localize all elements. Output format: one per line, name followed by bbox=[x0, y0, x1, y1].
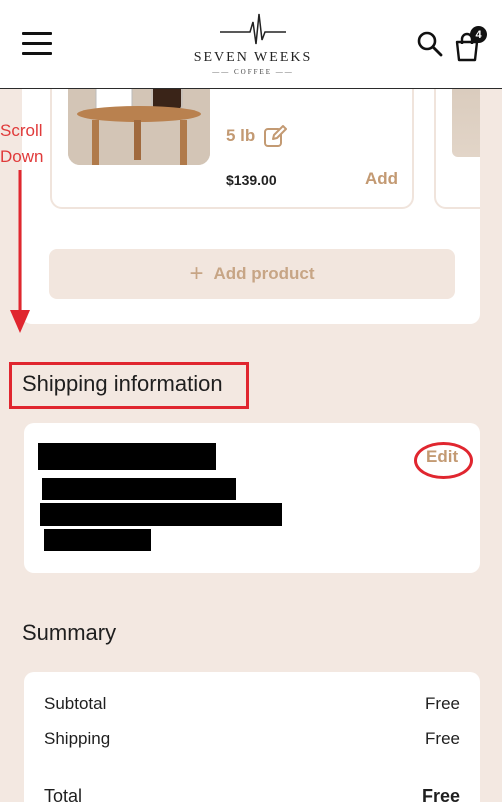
brand-sub: ―― COFFEE ―― bbox=[212, 68, 294, 76]
edit-pencil-icon[interactable] bbox=[263, 124, 288, 148]
product-price: $139.00 bbox=[226, 172, 277, 188]
summary-heading: Summary bbox=[22, 620, 117, 645]
summary-card: Subtotal Free Shipping Free Total Free bbox=[24, 672, 480, 802]
redacted-address-line-1 bbox=[42, 478, 236, 500]
highlight-circle bbox=[414, 442, 473, 479]
search-icon[interactable] bbox=[416, 30, 444, 58]
redacted-name bbox=[38, 443, 216, 470]
subtotal-label: Subtotal bbox=[44, 694, 107, 713]
scroll-down-annotation: Scroll Down bbox=[0, 118, 52, 170]
redacted-address-line-3 bbox=[44, 529, 151, 551]
shipping-value: Free bbox=[425, 729, 460, 748]
brand-name: SEVEN WEEKS bbox=[193, 50, 313, 65]
cart-button[interactable]: 4 bbox=[452, 26, 490, 62]
heartbeat-logo-icon bbox=[220, 13, 286, 45]
down-arrow-icon bbox=[10, 170, 30, 333]
shipping-address-card: Edit bbox=[24, 423, 480, 573]
products-card: 5 lb $139.00 Add + Add product bbox=[22, 60, 480, 324]
add-to-cart-link[interactable]: Add bbox=[365, 169, 398, 189]
brand-logo[interactable]: SEVEN WEEKS ―― COFFEE ―― bbox=[188, 10, 318, 78]
subtotal-row: Subtotal Free bbox=[44, 694, 460, 714]
redacted-address-line-2 bbox=[40, 503, 282, 526]
subtotal-value: Free bbox=[425, 694, 460, 713]
weight-row: 5 lb bbox=[226, 124, 288, 148]
shipping-row: Shipping Free bbox=[44, 729, 460, 749]
total-label: Total bbox=[44, 786, 83, 802]
total-value: Free bbox=[421, 786, 460, 802]
annotation-line-1: Scroll bbox=[0, 121, 43, 140]
annotation-line-2: Down bbox=[0, 147, 44, 166]
plus-icon: + bbox=[189, 260, 204, 287]
highlight-box bbox=[9, 362, 249, 409]
site-header: SEVEN WEEKS ―― COFFEE ―― 4 bbox=[0, 0, 502, 89]
add-product-label: Add product bbox=[213, 264, 315, 283]
total-row: Total Free bbox=[44, 786, 460, 802]
cart-count-badge: 4 bbox=[470, 26, 487, 43]
product-weight: 5 lb bbox=[226, 126, 256, 145]
shipping-label: Shipping bbox=[44, 729, 111, 748]
menu-icon[interactable] bbox=[22, 32, 52, 56]
add-product-button[interactable]: + Add product bbox=[49, 249, 455, 299]
